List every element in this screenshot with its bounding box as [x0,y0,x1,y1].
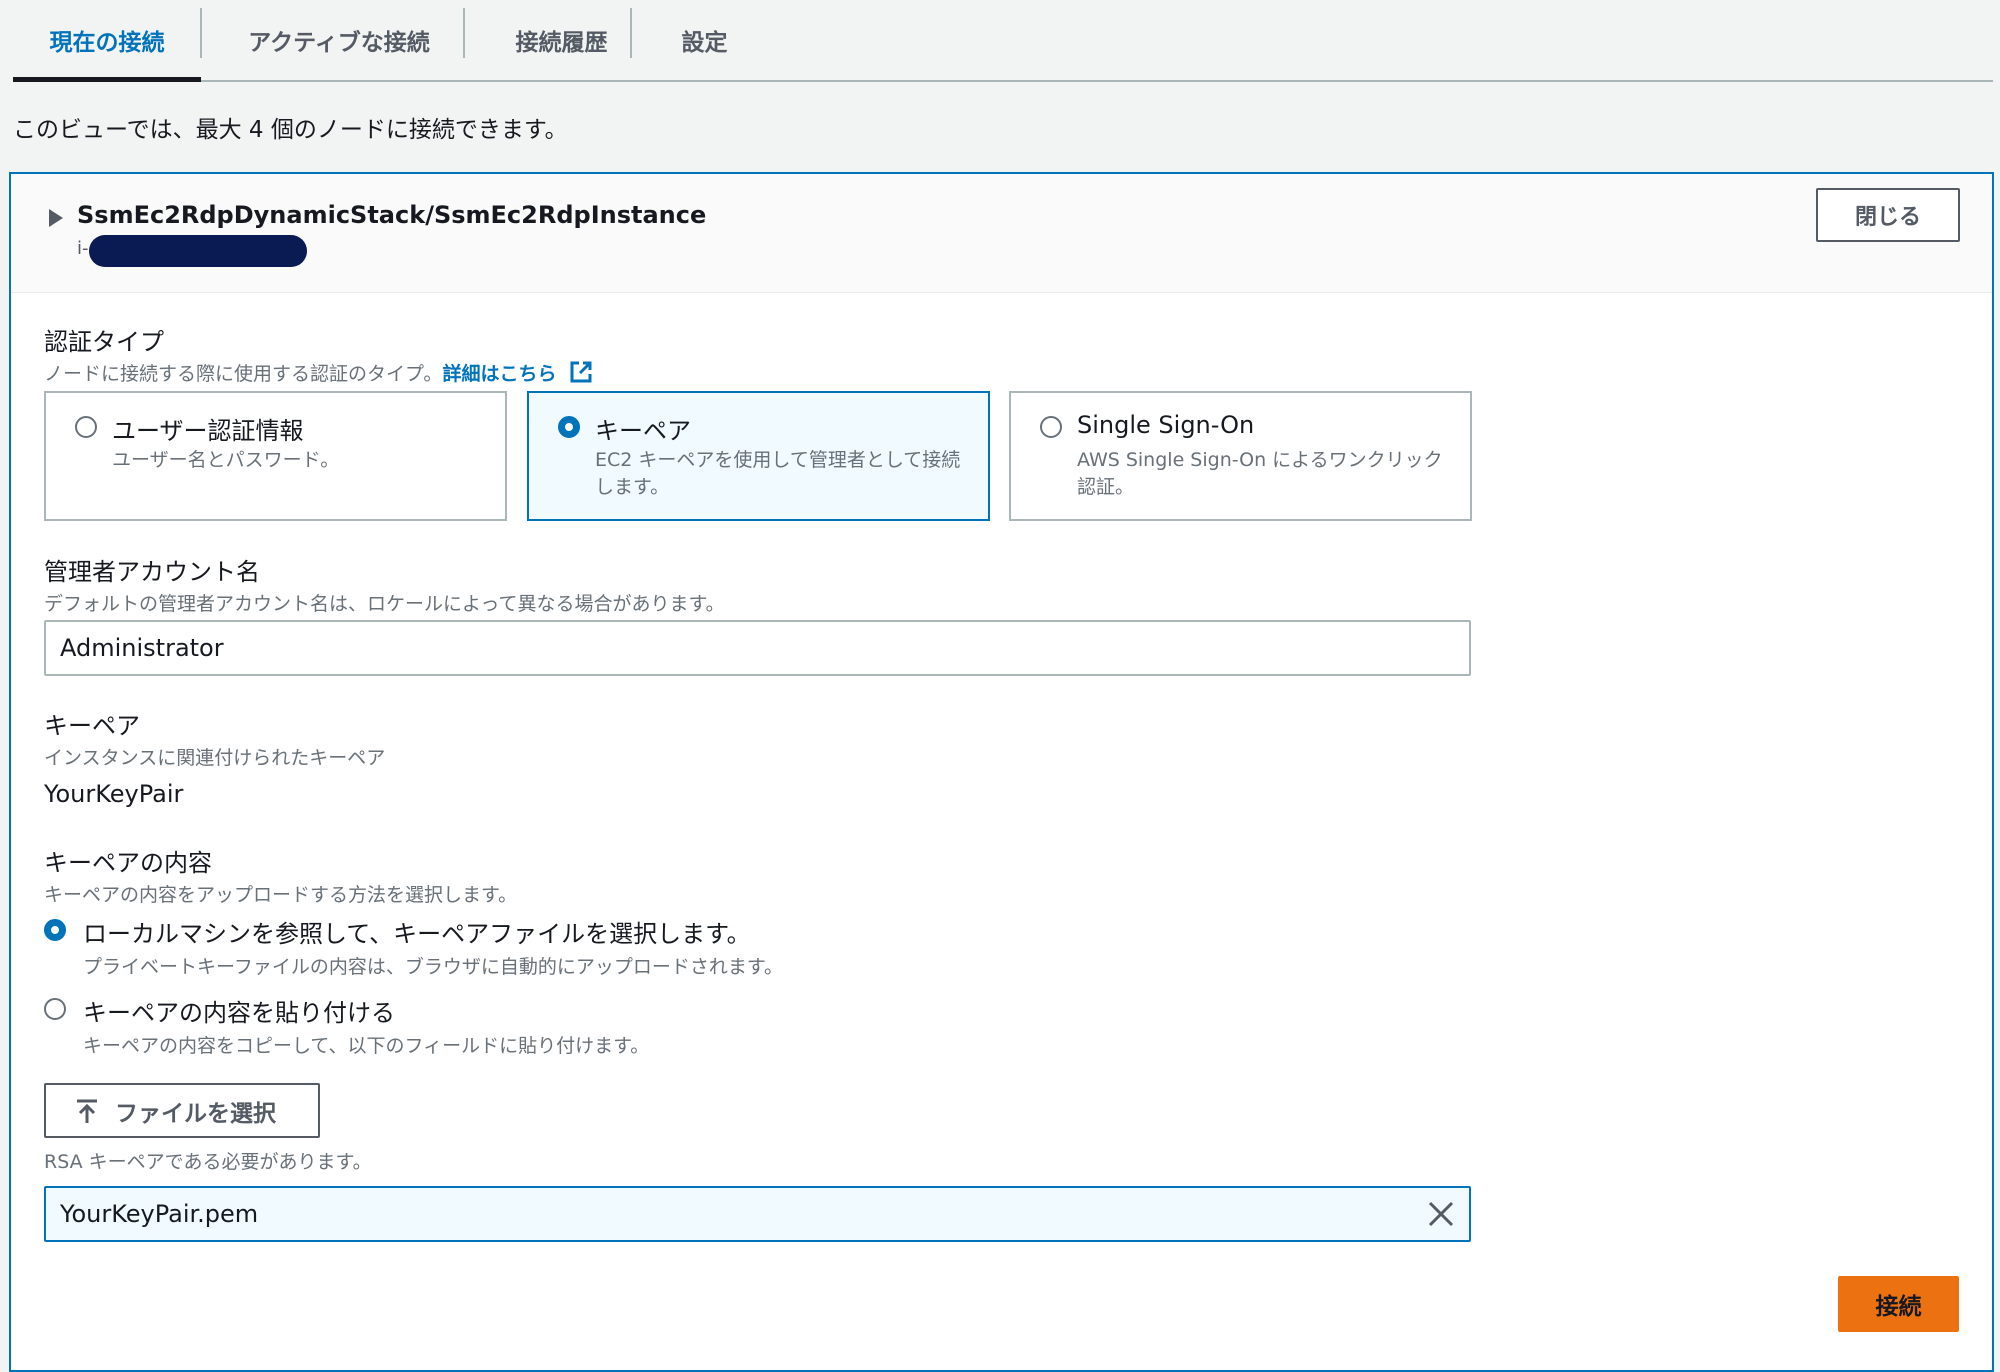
intro-text: このビューでは、最大 4 個のノードに接続できます。 [13,117,568,143]
selected-file-field[interactable]: YourKeyPair.pem [44,1186,1471,1242]
tab-active-connections[interactable]: アクティブな接続 [202,0,476,80]
admin-account-input[interactable]: Administrator [44,620,1471,676]
auth-option-title: ユーザー認証情報 [112,417,304,445]
upload-icon [77,1099,97,1123]
radio-button[interactable] [75,416,97,438]
auth-type-label: 認証タイプ [44,328,164,356]
tab-label: アクティブな接続 [248,30,430,56]
radio-button-selected[interactable] [558,416,580,438]
key-pair-label: キーペア [44,712,140,740]
admin-account-label: 管理者アカウント名 [44,558,260,586]
key-pair-value: YourKeyPair [44,780,184,808]
auth-option-title: キーペア [595,417,691,445]
key-content-desc: キーペアの内容をアップロードする方法を選択します。 [44,884,518,906]
auth-type-desc: ノードに接続する際に使用する認証のタイプ。詳細はこちら [44,359,593,386]
admin-account-desc: デフォルトの管理者アカウント名は、ロケールによって異なる場合があります。 [44,593,725,615]
selected-file-name: YourKeyPair.pem [60,1200,259,1228]
tab-settings[interactable]: 設定 [632,0,777,80]
radio-button[interactable] [44,998,66,1020]
node-id: i- [77,238,89,259]
radio-button[interactable] [1040,416,1062,438]
auth-option-sso[interactable]: Single Sign-On AWS Single Sign-On によるワンク… [1009,391,1472,521]
close-icon[interactable] [1427,1200,1455,1228]
key-pair-desc: インスタンスに関連付けられたキーペア [44,747,386,769]
tab-label: 設定 [681,30,728,56]
content-option-paste-title[interactable]: キーペアの内容を貼り付ける [83,993,395,1028]
learn-more-link[interactable]: 詳細はこちら [442,363,556,385]
content-option-paste-desc: キーペアの内容をコピーして、以下のフィールドに貼り付けます。 [83,1035,650,1057]
auth-option-user-credentials[interactable]: ユーザー認証情報 ユーザー名とパスワード。 [44,391,507,521]
tab-label: 現在の接続 [49,30,165,56]
connect-button[interactable]: 接続 [1838,1276,1959,1332]
auth-option-desc: AWS Single Sign-On によるワンクリック認証。 [1077,449,1443,498]
auth-option-desc: EC2 キーペアを使用して管理者として接続します。 [595,449,961,498]
tab-label: 接続履歴 [515,30,608,56]
choose-file-label: ファイルを選択 [115,1100,276,1127]
key-content-label: キーペアの内容 [44,849,212,877]
content-option-browse-desc: プライベートキーファイルの内容は、ブラウザに自動的にアップロードされます。 [83,956,783,978]
choose-file-button[interactable]: ファイルを選択 [44,1083,320,1138]
close-button[interactable]: 閉じる [1816,188,1960,242]
panel-header: SsmEc2RdpDynamicStack/SsmEc2RdpInstance … [11,174,1992,293]
auth-option-title: Single Sign-On [1077,411,1255,439]
external-link-icon [570,361,591,383]
active-tab-indicator [13,77,201,82]
tab-current-connection[interactable]: 現在の接続 [13,0,201,80]
radio-button-selected[interactable] [44,919,66,941]
redacted-node-id [89,235,307,267]
tab-bar: 現在の接続 アクティブな接続 接続履歴 設定 [13,0,1993,82]
expand-caret-icon[interactable] [49,209,63,227]
auth-option-desc: ユーザー名とパスワード。 [112,449,340,471]
admin-account-value: Administrator [60,634,224,662]
auth-option-key-pair[interactable]: キーペア EC2 キーペアを使用して管理者として接続します。 [527,391,990,521]
auth-type-desc-text: ノードに接続する際に使用する認証のタイプ。 [44,363,443,385]
content-option-browse-title[interactable]: ローカルマシンを参照して、キーペアファイルを選択します。 [83,914,751,949]
file-hint: RSA キーペアである必要があります。 [44,1151,372,1173]
node-title: SsmEc2RdpDynamicStack/SsmEc2RdpInstance [77,201,707,229]
